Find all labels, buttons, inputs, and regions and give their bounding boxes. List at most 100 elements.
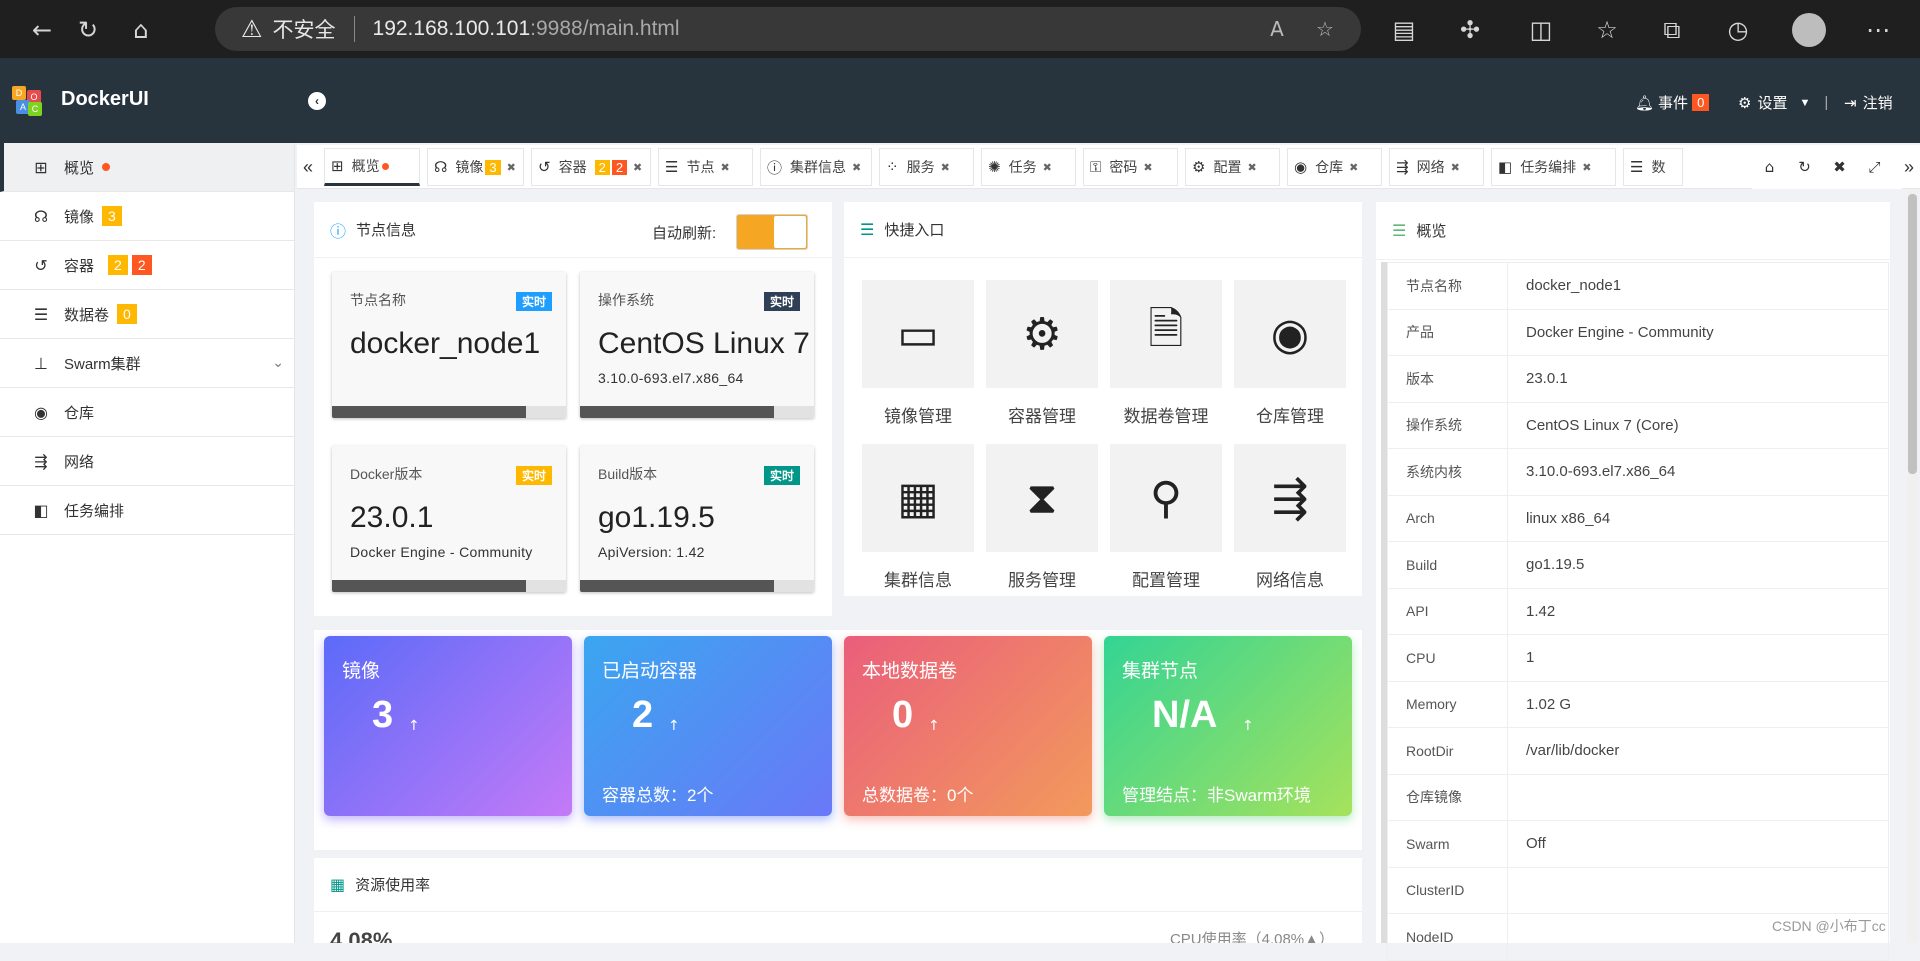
table-row: Memory 1.02 G bbox=[1387, 680, 1889, 728]
logout-button[interactable]: ⇥ 注销 bbox=[1844, 92, 1893, 113]
row-value: CentOS Linux 7 (Core) bbox=[1507, 401, 1889, 449]
quick-network-info[interactable]: ⇶ 网络信息 bbox=[1234, 444, 1346, 591]
row-value: docker_node1 bbox=[1507, 262, 1889, 310]
tab-label: 节点 bbox=[686, 159, 715, 175]
close-icon[interactable]: ✖ bbox=[1247, 161, 1256, 174]
back-icon[interactable]: ← bbox=[22, 10, 62, 50]
events-button[interactable]: 🔔︎ 事件 0 bbox=[1635, 92, 1710, 113]
quick-cluster-info[interactable]: ▦ 集群信息 bbox=[862, 444, 974, 591]
fullscreen-icon[interactable]: ⤢ bbox=[1857, 158, 1892, 176]
tab-secrets[interactable]: ⚿ 密码 ✖ bbox=[1083, 148, 1178, 186]
stat-images[interactable]: 镜像 3 ↑ bbox=[324, 636, 572, 816]
close-icon[interactable]: ✖ bbox=[1451, 161, 1460, 174]
close-icon[interactable]: ✖ bbox=[507, 161, 516, 174]
card-subvalue: Docker Engine - Community bbox=[350, 544, 533, 560]
tab-volumes[interactable]: ☰ 数 bbox=[1623, 148, 1683, 186]
refresh-icon[interactable]: ↻ bbox=[1787, 158, 1822, 176]
sidebar-item-registry[interactable]: ◉ 仓库 bbox=[0, 388, 294, 437]
quick-volume-management[interactable]: 🗎 数据卷管理 bbox=[1110, 280, 1222, 427]
favorites-icon[interactable]: ☆ bbox=[1587, 10, 1627, 50]
sidebar-item-volumes[interactable]: ☰ 数据卷 0 bbox=[0, 290, 294, 339]
stat-cluster-nodes[interactable]: 集群节点 N/A ↑ 管理结点：非Swarm环境 bbox=[1104, 636, 1352, 816]
home-icon[interactable]: ⌂ bbox=[121, 10, 161, 50]
quick-registry-management[interactable]: ◉ 仓库管理 bbox=[1234, 280, 1346, 427]
tab-stacks[interactable]: ◧ 任务编排 ✖ bbox=[1491, 148, 1616, 186]
tab-label: 集群信息 bbox=[790, 159, 847, 175]
refresh-icon[interactable]: ↻ bbox=[68, 10, 108, 50]
tile-label: 集群信息 bbox=[884, 571, 952, 590]
tab-overview[interactable]: ⊞ 概览 bbox=[324, 148, 420, 186]
profile-avatar[interactable] bbox=[1792, 13, 1826, 47]
more-icon[interactable]: ⋯ bbox=[1858, 10, 1898, 50]
logout-label: 注销 bbox=[1862, 95, 1893, 112]
close-icon[interactable]: ✖ bbox=[720, 161, 729, 174]
quick-container-management[interactable]: ⚙ 容器管理 bbox=[986, 280, 1098, 427]
home-icon[interactable]: ⌂ bbox=[1752, 158, 1787, 176]
quick-image-management[interactable]: ▭ 镜像管理 bbox=[862, 280, 974, 427]
tab-tasks[interactable]: ✺ 任务 ✖ bbox=[981, 148, 1076, 186]
stacks-icon: ◧ bbox=[1498, 158, 1513, 176]
split-screen-icon[interactable]: ◫ bbox=[1521, 10, 1561, 50]
progress-bar bbox=[580, 406, 814, 418]
address-bar[interactable]: ⚠ 不安全 192.168.100.101:9988/main.html A ☆ bbox=[215, 7, 1361, 51]
tab-registry[interactable]: ◉ 仓库 ✖ bbox=[1287, 148, 1382, 186]
stat-local-volumes[interactable]: 本地数据卷 0 ↑ 总数据卷：0个 bbox=[844, 636, 1092, 816]
watermark: CSDN @小布丁cc bbox=[1772, 918, 1886, 934]
headset-icon: ☊ bbox=[434, 158, 448, 176]
stat-footer: 总数据卷：0个 bbox=[862, 786, 974, 805]
auto-refresh-label: 自动刷新: bbox=[652, 225, 717, 242]
card-label: 操作系统 bbox=[598, 292, 654, 308]
quick-service-management[interactable]: ⧗ 服务管理 bbox=[986, 444, 1098, 591]
progress-bar bbox=[332, 580, 566, 592]
sidebar-item-containers[interactable]: ↺ 容器 2 2 bbox=[0, 241, 294, 290]
scrollbar-thumb[interactable] bbox=[1908, 194, 1917, 474]
tab-cluster-info[interactable]: ⓘ 集群信息 ✖ bbox=[760, 148, 872, 186]
tab-configs[interactable]: ⚙ 配置 ✖ bbox=[1185, 148, 1280, 186]
stat-running-containers[interactable]: 已启动容器 2 ↑ 容器总数：2个 bbox=[584, 636, 832, 816]
docker-version-card: Docker版本 实时 23.0.1 Docker Engine - Commu… bbox=[332, 446, 566, 592]
close-icon[interactable]: ✖ bbox=[852, 161, 861, 174]
sidebar-item-overview[interactable]: ⊞ 概览 bbox=[0, 143, 294, 192]
realtime-tag: 实时 bbox=[515, 292, 552, 311]
settings-button[interactable]: ⚙ 设置 ▼ | bbox=[1738, 92, 1828, 113]
sidebar-item-stacks[interactable]: ◧ 任务编排 bbox=[0, 486, 294, 535]
sidebar-item-images[interactable]: ☊ 镜像 3 bbox=[0, 192, 294, 241]
progress-fill bbox=[580, 580, 775, 592]
collapse-sidebar-icon[interactable]: ‹ bbox=[308, 92, 326, 110]
tabs-scroll-left-icon[interactable]: « bbox=[297, 145, 319, 189]
progress-bar bbox=[580, 580, 814, 592]
close-icon[interactable]: ✖ bbox=[1043, 161, 1052, 174]
auto-refresh-toggle[interactable] bbox=[736, 214, 808, 250]
tab-images[interactable]: ☊ 镜像 3 ✖ bbox=[427, 148, 524, 186]
close-icon[interactable]: ✖ bbox=[1822, 158, 1857, 176]
favorite-add-icon[interactable]: ☆ bbox=[1309, 13, 1341, 45]
tab-services[interactable]: ⁘ 服务 ✖ bbox=[879, 148, 974, 186]
close-icon[interactable]: ✖ bbox=[1582, 161, 1591, 174]
tab-tools: ⌂ ↻ ✖ ⤢ bbox=[1752, 145, 1902, 189]
tabs-scroll-right-icon[interactable]: » bbox=[1898, 145, 1920, 189]
close-icon[interactable]: ✖ bbox=[1349, 161, 1358, 174]
tab-network[interactable]: ⇶ 网络 ✖ bbox=[1389, 148, 1484, 186]
hourglass-icon: ⧗ bbox=[986, 444, 1098, 552]
reading-view-icon[interactable]: ▤ bbox=[1384, 10, 1424, 50]
history-icon[interactable]: ◷ bbox=[1718, 10, 1758, 50]
close-icon[interactable]: ✖ bbox=[941, 161, 950, 174]
tab-containers[interactable]: ↺ 容器 2 2 ✖ bbox=[531, 148, 651, 186]
extensions-icon[interactable]: ✣ bbox=[1450, 10, 1490, 50]
close-icon[interactable]: ✖ bbox=[633, 161, 642, 174]
page-scrollbar[interactable] bbox=[1907, 190, 1918, 943]
read-aloud-icon[interactable]: A bbox=[1261, 13, 1293, 45]
tab-nodes[interactable]: ☰ 节点 ✖ bbox=[658, 148, 753, 186]
row-key: CPU bbox=[1387, 634, 1508, 682]
collections-icon[interactable]: ⧉ bbox=[1652, 10, 1692, 50]
table-row: RootDir/var/lib/docker bbox=[1387, 727, 1889, 775]
insecure-label: 不安全 bbox=[272, 19, 336, 42]
sidebar-item-network[interactable]: ⇶ 网络 bbox=[0, 437, 294, 486]
url-path: :9988/main.html bbox=[530, 17, 680, 40]
close-icon[interactable]: ✖ bbox=[1143, 161, 1152, 174]
resource-value: 4.08% bbox=[330, 928, 393, 943]
sidebar-item-label: 镜像 bbox=[64, 208, 95, 226]
sitemap-icon: ⊥ bbox=[34, 353, 48, 373]
sidebar-item-swarm[interactable]: ⊥ Swarm集群 ⌄ bbox=[0, 339, 294, 388]
quick-config-management[interactable]: ⚲ 配置管理 bbox=[1110, 444, 1222, 591]
